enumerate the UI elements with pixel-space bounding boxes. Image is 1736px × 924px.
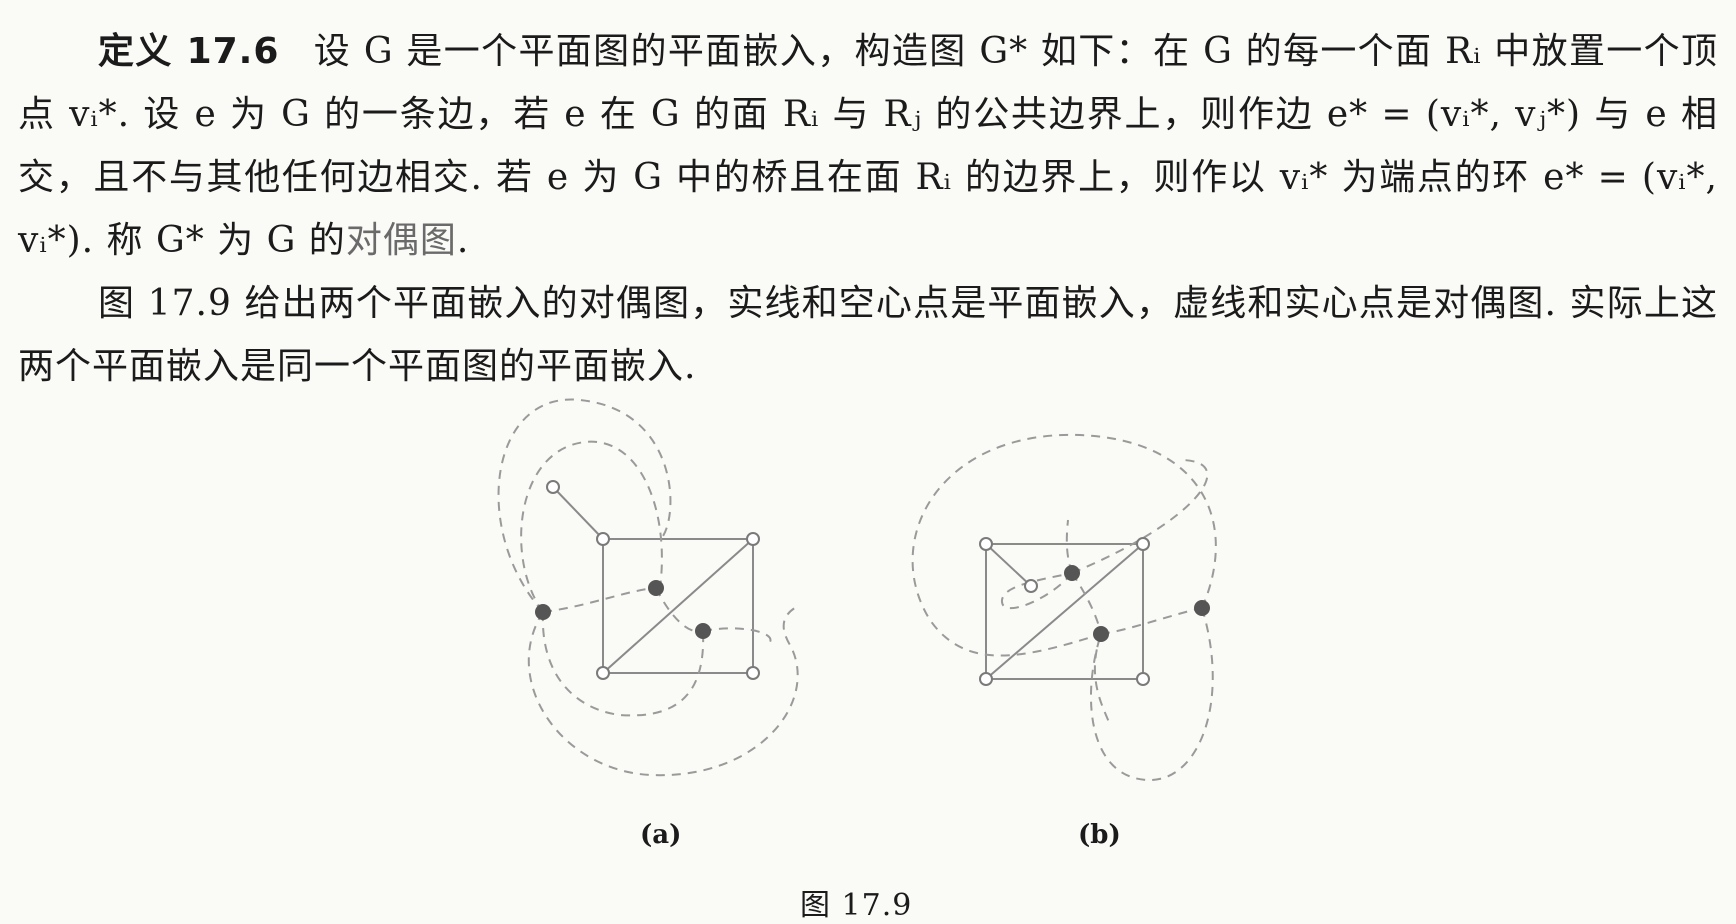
subfigure-a	[497, 398, 801, 777]
dual-edge	[702, 627, 772, 643]
subfigure-b	[911, 433, 1217, 782]
primal-vertex	[1136, 672, 1150, 686]
primal-vertex	[979, 672, 993, 686]
primal-edge-bridge	[985, 543, 1032, 587]
primal-vertex	[596, 532, 610, 546]
primal-graph-b	[985, 543, 1144, 680]
dual-edge	[542, 587, 657, 613]
subfigure-a-label: (a)	[640, 820, 682, 850]
subfigure-b-label: (b)	[1078, 820, 1121, 850]
dual-loop	[497, 398, 672, 613]
figure-caption: 图 17.9	[800, 888, 913, 923]
dual-edge	[1071, 572, 1102, 635]
primal-vertex	[1136, 537, 1150, 551]
primal-edge	[602, 538, 754, 674]
definition-label: 定义 17.6	[98, 31, 280, 72]
dual-vertex	[535, 604, 551, 620]
text-body: 定义 17.6 设 G 是一个平面图的平面嵌入，构造图 G* 如下：在 G 的每一…	[18, 20, 1718, 398]
primal-vertex	[596, 666, 610, 680]
primal-edge-bridge	[552, 486, 604, 540]
dual-vertex	[1093, 626, 1109, 642]
definition-paragraph: 定义 17.6 设 G 是一个平面图的平面嵌入，构造图 G* 如下：在 G 的每一…	[18, 20, 1718, 272]
dual-edge	[655, 587, 704, 633]
figure-17-9: (a) (b) 图 17.9	[0, 380, 1736, 923]
dual-vertex	[1064, 565, 1080, 581]
primal-vertex	[1024, 579, 1038, 593]
primal-vertices-a	[546, 480, 760, 680]
primal-vertex	[746, 532, 760, 546]
dual-edge	[1100, 607, 1203, 635]
primal-vertex	[546, 480, 560, 494]
dual-edge	[1071, 459, 1209, 574]
dual-loop	[911, 433, 1217, 657]
dual-vertex	[1194, 600, 1210, 616]
dual-vertex	[695, 623, 711, 639]
figure-svg	[497, 398, 1217, 782]
definition-term: 对偶图	[345, 220, 457, 261]
dual-edge	[541, 611, 705, 717]
primal-vertex	[979, 537, 993, 551]
dual-vertices-b	[1064, 565, 1210, 642]
dual-vertex	[648, 580, 664, 596]
dual-edge	[1090, 607, 1214, 782]
definition-end: .	[456, 220, 470, 261]
dual-graph-b	[911, 433, 1217, 782]
dual-edge	[1000, 572, 1073, 610]
primal-edge	[985, 543, 1144, 680]
primal-vertex	[746, 666, 760, 680]
primal-graph-a	[552, 486, 754, 674]
